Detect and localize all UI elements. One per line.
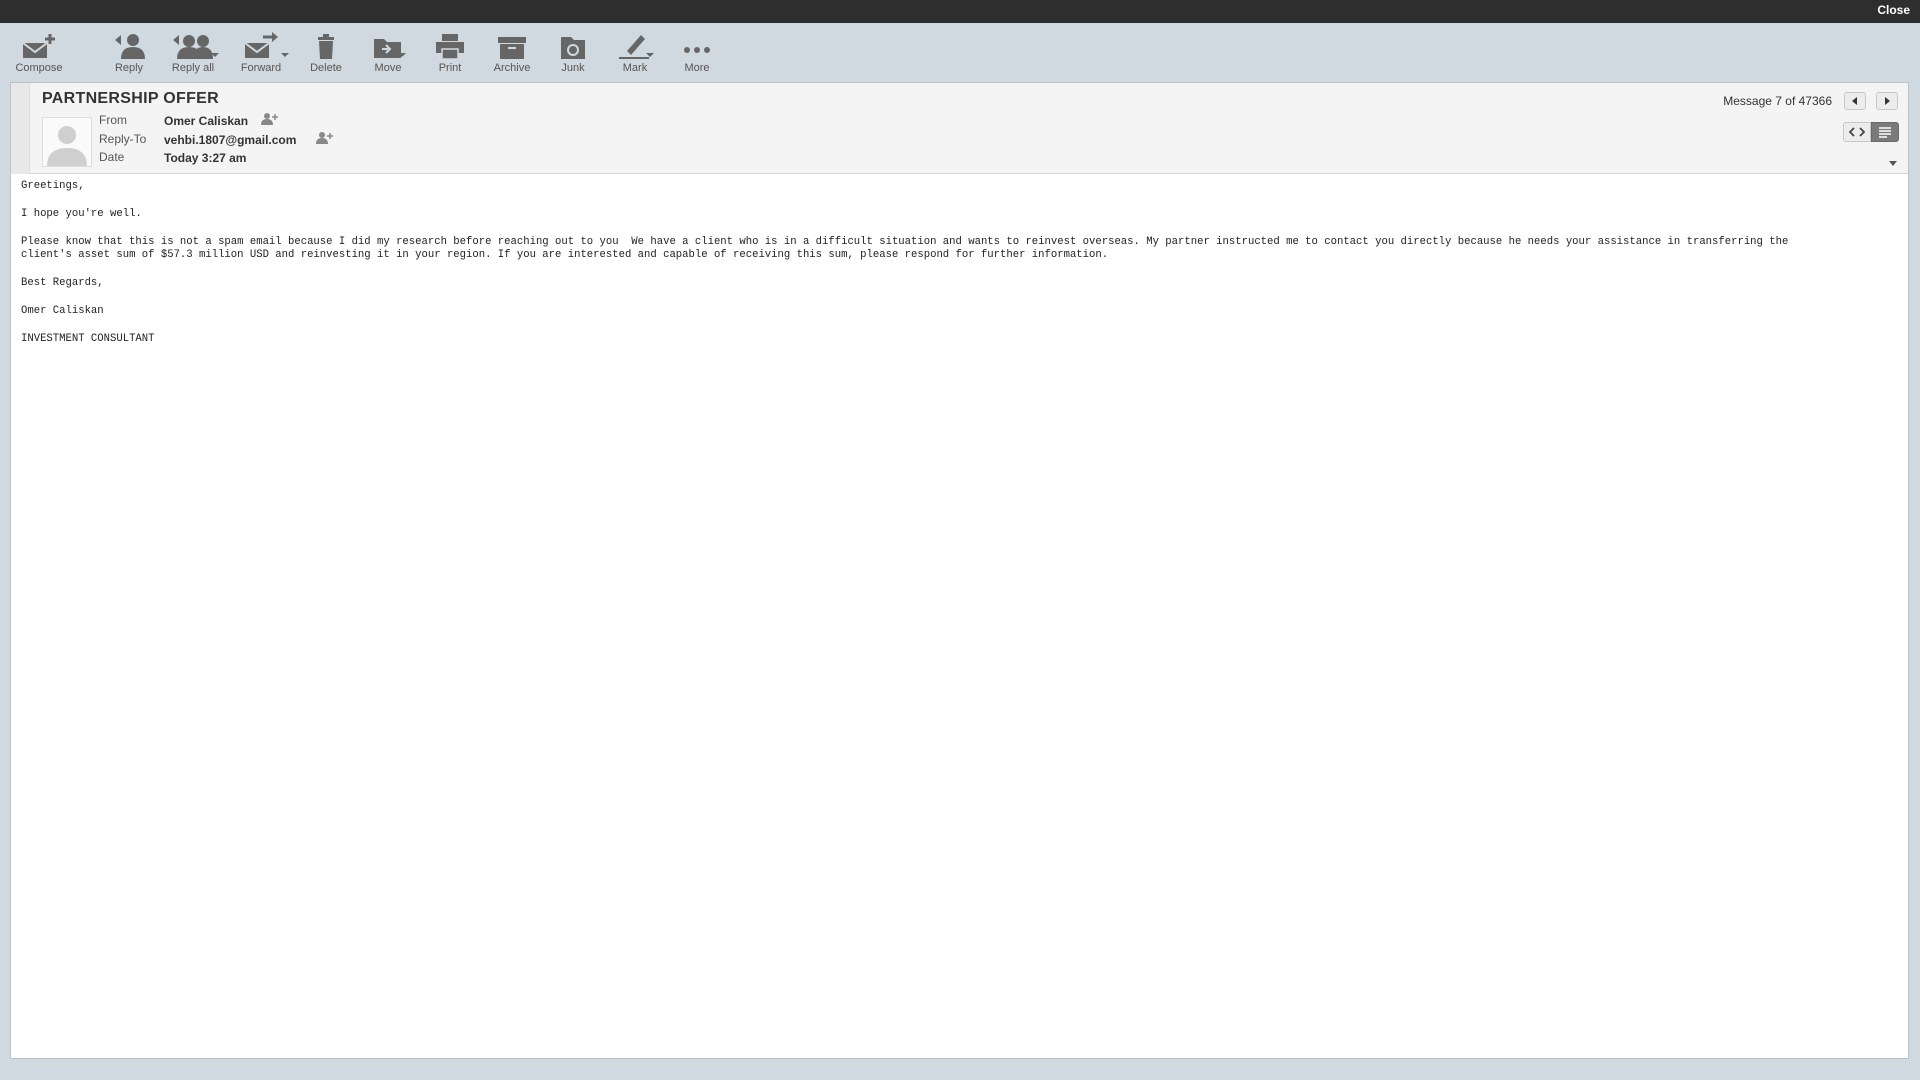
- message-panel: PARTNERSHIP OFFER From Omer Caliskan Rep…: [10, 82, 1909, 1059]
- replyto-label: Reply-To: [99, 132, 147, 146]
- close-button[interactable]: Close: [1877, 3, 1910, 17]
- move-button[interactable]: Move: [358, 31, 418, 79]
- reply-icon: [115, 34, 145, 59]
- html-view-button[interactable]: [1843, 122, 1871, 142]
- delete-button[interactable]: Delete: [296, 31, 356, 79]
- plain-view-icon: [1879, 127, 1891, 138]
- message-body: Greetings, I hope you're well. Please kn…: [21, 180, 1788, 361]
- reply-all-dropdown-icon[interactable]: [211, 53, 219, 57]
- junk-icon: [561, 37, 585, 59]
- mark-label: Mark: [622, 62, 648, 74]
- print-button[interactable]: Print: [420, 31, 480, 79]
- header-left-strip: [11, 83, 30, 174]
- body-signature-title: INVESTMENT CONSULTANT: [21, 332, 155, 345]
- more-button[interactable]: More: [667, 31, 727, 79]
- message-counter: Message 7 of 47366: [1723, 94, 1832, 108]
- toolbar: Compose Reply Reply all Forward Delete M…: [0, 23, 1920, 83]
- junk-label: Junk: [561, 62, 585, 74]
- more-label: More: [684, 62, 710, 74]
- archive-button[interactable]: Archive: [482, 31, 542, 79]
- next-message-button[interactable]: [1876, 92, 1898, 110]
- body-line: I hope you're well.: [21, 207, 142, 220]
- avatar: [42, 117, 92, 167]
- date-label: Date: [99, 150, 125, 164]
- from-label: From: [99, 113, 127, 127]
- reply-button[interactable]: Reply: [99, 31, 159, 79]
- from-value[interactable]: Omer Caliskan: [164, 114, 248, 128]
- compose-button[interactable]: Compose: [9, 31, 69, 79]
- body-paragraph-line1: Please know that this is not a spam emai…: [21, 235, 1789, 248]
- body-signature: Omer Caliskan: [21, 304, 104, 317]
- avatar-icon: [43, 118, 91, 166]
- compose-icon: [22, 34, 55, 58]
- forward-label: Forward: [240, 62, 282, 74]
- body-closing: Best Regards,: [21, 277, 104, 290]
- top-bar: Close: [0, 0, 1920, 23]
- mark-button[interactable]: Mark: [605, 31, 665, 79]
- replyto-value[interactable]: vehbi.1807@gmail.com: [164, 133, 296, 147]
- date-value: Today 3:27 am: [164, 151, 247, 165]
- forward-icon: [244, 32, 278, 58]
- prev-arrow-icon: [1852, 97, 1857, 105]
- message-subject: PARTNERSHIP OFFER: [42, 90, 219, 107]
- archive-icon: [498, 37, 526, 59]
- forward-dropdown-icon[interactable]: [281, 53, 289, 57]
- move-dropdown-icon[interactable]: [398, 53, 406, 57]
- reply-all-label: Reply all: [171, 62, 215, 74]
- archive-label: Archive: [493, 62, 531, 74]
- add-contact-icon: [261, 113, 278, 125]
- prev-message-button[interactable]: [1844, 92, 1866, 110]
- more-icon: [684, 47, 710, 53]
- body-paragraph-line2: client's asset sum of $57.3 million USD …: [21, 249, 1109, 262]
- add-contact-from-button[interactable]: [261, 112, 279, 126]
- compose-label: Compose: [15, 62, 63, 74]
- delete-label: Delete: [310, 62, 342, 74]
- junk-button[interactable]: Junk: [543, 31, 603, 79]
- move-label: Move: [374, 62, 402, 74]
- plain-text-view-button[interactable]: [1871, 122, 1899, 142]
- delete-icon: [318, 34, 334, 59]
- add-contact-icon: [316, 132, 333, 144]
- print-label: Print: [438, 62, 462, 74]
- html-view-icon: [1848, 127, 1866, 137]
- next-arrow-icon: [1885, 97, 1890, 105]
- reply-all-icon: [173, 35, 213, 59]
- mark-dropdown-icon[interactable]: [646, 53, 654, 57]
- reply-label: Reply: [114, 62, 144, 74]
- add-contact-replyto-button[interactable]: [316, 131, 334, 145]
- body-greeting: Greetings,: [21, 180, 85, 192]
- message-header: PARTNERSHIP OFFER From Omer Caliskan Rep…: [11, 83, 1908, 174]
- chevron-down-icon[interactable]: [1889, 161, 1897, 166]
- print-icon: [436, 34, 464, 60]
